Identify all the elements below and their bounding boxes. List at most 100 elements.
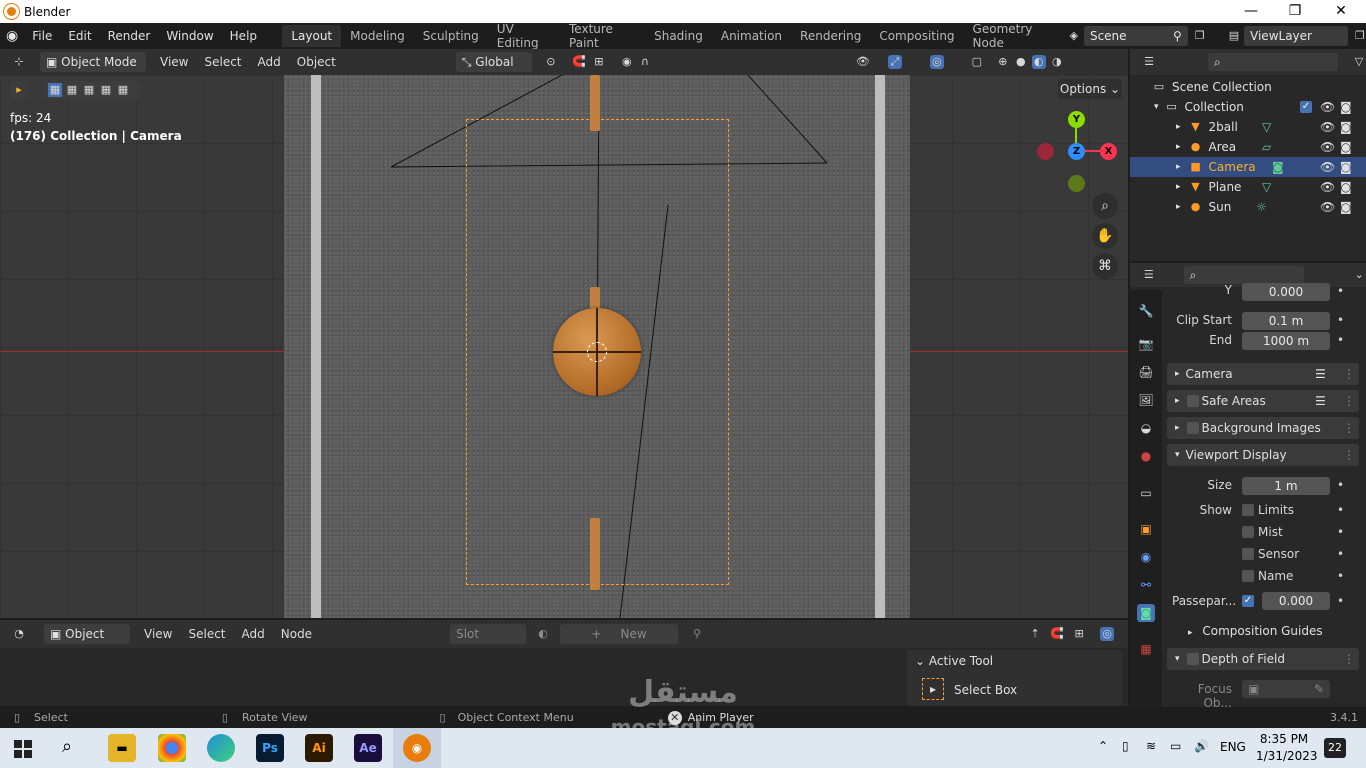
menu-edit[interactable]: Edit <box>60 29 99 43</box>
shader-editor-type-icon[interactable]: ◔ <box>12 627 26 641</box>
tray-device-icon[interactable]: ▯ <box>1122 739 1129 753</box>
panel-safe-areas[interactable]: ▸ Safe Areas ☰ ⋮ <box>1167 390 1359 412</box>
visibility-icon[interactable]: 👁 <box>856 55 870 69</box>
node-overlay-icon[interactable]: ◎ <box>1100 627 1115 641</box>
filter-icon[interactable]: ▽ <box>1352 55 1366 69</box>
menu-file[interactable]: File <box>24 29 60 43</box>
mode-dropdown[interactable]: ▣ Object Mode <box>40 52 146 72</box>
properties-search-input[interactable]: ⌕ <box>1183 266 1305 284</box>
world-tab-icon[interactable]: ● <box>1137 447 1155 465</box>
node-snap-target-icon[interactable]: ⊞ <box>1072 627 1086 641</box>
search-icon[interactable]: ⌕ <box>62 736 72 757</box>
keyframe-dot-icon[interactable]: • <box>1337 594 1344 608</box>
solid-shading-icon[interactable]: ● <box>1014 55 1028 69</box>
node-menu-add[interactable]: Add <box>234 627 273 641</box>
minimize-button[interactable]: — <box>1228 0 1274 23</box>
panel-background-images[interactable]: ▸ Background Images ⋮ <box>1167 417 1359 439</box>
close-button[interactable]: ✕ <box>1318 0 1364 23</box>
file-explorer-icon[interactable]: ▬ <box>108 734 136 762</box>
tab-rendering[interactable]: Rendering <box>791 25 870 47</box>
tab-sculpting[interactable]: Sculpting <box>414 25 488 47</box>
outliner-search-input[interactable]: ⌕ <box>1208 53 1338 71</box>
scene-tab-icon[interactable]: ◒ <box>1137 419 1155 437</box>
tab-animation[interactable]: Animation <box>712 25 791 47</box>
snap-target-icon[interactable]: ⊞ <box>592 55 606 69</box>
falloff-icon[interactable]: ∩ <box>638 55 652 69</box>
camera-restrict-icon[interactable]: ◙ <box>1340 160 1352 174</box>
render-tab-icon[interactable]: 📷 <box>1137 335 1155 353</box>
after-effects-icon[interactable]: Ae <box>354 734 382 762</box>
eye-icon[interactable]: 👁 <box>1320 160 1335 174</box>
camera-restrict-icon[interactable]: ◙ <box>1340 120 1352 134</box>
notification-badge[interactable]: 22 <box>1324 738 1346 758</box>
y-shift-field[interactable]: 0.000 <box>1242 283 1330 301</box>
material-browse-icon[interactable]: ◐ <box>536 627 550 641</box>
expand-icon[interactable]: ▸ <box>1176 182 1181 192</box>
transform-orientation-dropdown[interactable]: ⤡ Global <box>455 52 532 72</box>
panel-depth-of-field[interactable]: ▾ Depth of Field ⋮ <box>1167 648 1359 670</box>
menu-render[interactable]: Render <box>100 29 159 43</box>
eye-icon[interactable]: 👁 <box>1320 120 1335 134</box>
eye-icon[interactable]: 👁 <box>1320 200 1335 214</box>
name-checkbox[interactable] <box>1242 570 1254 582</box>
physics-tab-icon[interactable]: ◉ <box>1137 548 1155 566</box>
passepartout-field[interactable]: 0.000 <box>1262 592 1330 610</box>
scene-selector[interactable]: Scene ⚲ <box>1083 26 1188 46</box>
tab-compositing[interactable]: Compositing <box>870 25 963 47</box>
taskbar-clock[interactable]: 8:35 PM 1/31/2023 <box>1256 731 1318 765</box>
panel-list-icon[interactable]: ☰ <box>1315 394 1326 408</box>
limits-checkbox[interactable] <box>1242 504 1254 516</box>
viewport-menu-view[interactable]: View <box>152 55 196 69</box>
expand-icon[interactable]: ▾ <box>1154 102 1159 112</box>
pan-hand-icon[interactable]: ✋ <box>1092 223 1118 249</box>
outliner-item-2ball[interactable]: ▸ ▼ 2ball ▽ 👁 ◙ <box>1130 117 1366 137</box>
mist-checkbox[interactable] <box>1242 526 1254 538</box>
snap-icon[interactable]: 🧲 <box>572 55 586 69</box>
eye-icon[interactable]: 👁 <box>1320 140 1335 154</box>
edge-icon[interactable] <box>207 734 235 762</box>
panel-drag-icon[interactable]: ⋮ <box>1343 421 1355 435</box>
panel-drag-icon[interactable]: ⋮ <box>1343 367 1355 381</box>
pin-node-icon[interactable]: ⚲ <box>690 627 704 641</box>
options-dropdown[interactable]: Options ⌄ <box>1058 79 1122 99</box>
blender-menu-icon[interactable]: ◉ <box>0 28 24 44</box>
properties-options-icon[interactable]: ⌄ <box>1352 268 1366 282</box>
menu-window[interactable]: Window <box>158 29 221 43</box>
outliner-item-camera[interactable]: ▸ ■ Camera ◙ 👁 ◙ <box>1130 157 1366 177</box>
taskbar-blender-active[interactable]: ◉ <box>393 728 441 768</box>
editor-type-icon[interactable]: ⊹ <box>12 55 26 69</box>
select-box-icon[interactable]: ▸ <box>922 678 944 700</box>
view-layer-icon[interactable]: ▤ <box>1228 29 1240 43</box>
focus-object-field[interactable]: ▣ ✎ <box>1242 680 1330 698</box>
xray-icon[interactable]: ▢ <box>970 55 984 69</box>
sensor-checkbox[interactable] <box>1242 548 1254 560</box>
slot-dropdown[interactable]: Slot <box>450 624 527 644</box>
eyedropper-icon[interactable]: ✎ <box>1314 680 1324 698</box>
constraints-tab-icon[interactable]: ⚯ <box>1137 576 1155 594</box>
tab-shading[interactable]: Shading <box>645 25 712 47</box>
properties-type-icon[interactable]: ☰ <box>1142 268 1156 282</box>
panel-drag-icon[interactable]: ⋮ <box>1343 448 1355 462</box>
gizmo-z-axis[interactable]: Z <box>1068 143 1085 160</box>
keyframe-dot-icon[interactable]: • <box>1337 313 1344 327</box>
camera-data-tab-icon[interactable]: ◙ <box>1137 604 1155 622</box>
clip-start-field[interactable]: 0.1 m <box>1242 312 1330 330</box>
node-menu-select[interactable]: Select <box>180 627 233 641</box>
object-tab-icon[interactable]: ▣ <box>1137 520 1155 538</box>
maximize-button[interactable]: ❐ <box>1272 0 1318 23</box>
keyframe-dot-icon[interactable]: • <box>1337 333 1344 347</box>
mesh-data-icon[interactable]: ▽ <box>1262 180 1271 194</box>
outliner-item-area[interactable]: ▸ ● Area ▱ 👁 ◙ <box>1130 137 1366 157</box>
display-size-field[interactable]: 1 m <box>1242 477 1330 495</box>
panel-drag-icon[interactable]: ⋮ <box>1343 394 1355 408</box>
expand-icon[interactable]: ▸ <box>1176 162 1181 172</box>
expand-icon[interactable]: ▸ <box>1176 122 1181 132</box>
new-scene-icon[interactable]: ❐ <box>1194 29 1206 43</box>
panel-list-icon[interactable]: ☰ <box>1315 367 1326 381</box>
node-menu-node[interactable]: Node <box>273 627 320 641</box>
outliner-type-icon[interactable]: ☰ <box>1142 55 1156 69</box>
passepartout-checkbox[interactable]: ✓ <box>1242 595 1254 607</box>
view-layer-tab-icon[interactable]: 🖼 <box>1137 391 1155 409</box>
parent-node-icon[interactable]: ⇡ <box>1028 627 1042 641</box>
tray-chevron-icon[interactable]: ⌃ <box>1098 739 1108 753</box>
